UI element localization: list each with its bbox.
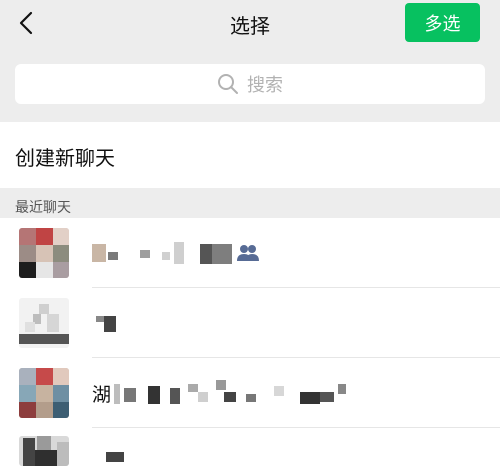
chat-name-redacted	[92, 310, 132, 340]
avatar	[19, 298, 69, 348]
avatar	[19, 368, 69, 418]
search-icon	[217, 73, 239, 95]
chat-row[interactable]	[0, 428, 500, 466]
group-chat-icon	[236, 244, 260, 262]
search-placeholder: 搜索	[247, 75, 283, 96]
chat-name: 湖	[92, 384, 112, 406]
avatar	[19, 436, 69, 466]
chat-name-redacted	[92, 446, 132, 466]
recent-chats-header: 最近聊天	[15, 200, 71, 216]
create-new-chat-label: 创建新聊天	[15, 146, 115, 170]
recent-chat-list: 湖	[0, 218, 500, 466]
chat-row[interactable]	[0, 288, 500, 358]
create-new-chat-item[interactable]: 创建新聊天	[0, 122, 500, 188]
chat-name-redacted	[114, 380, 354, 410]
chat-row[interactable]	[0, 218, 500, 288]
chat-row[interactable]: 湖	[0, 358, 500, 428]
navigation-bar: 选择 多选	[0, 0, 500, 46]
search-input[interactable]: 搜索	[15, 64, 485, 104]
multi-select-button[interactable]: 多选	[405, 3, 480, 42]
avatar	[19, 228, 69, 278]
